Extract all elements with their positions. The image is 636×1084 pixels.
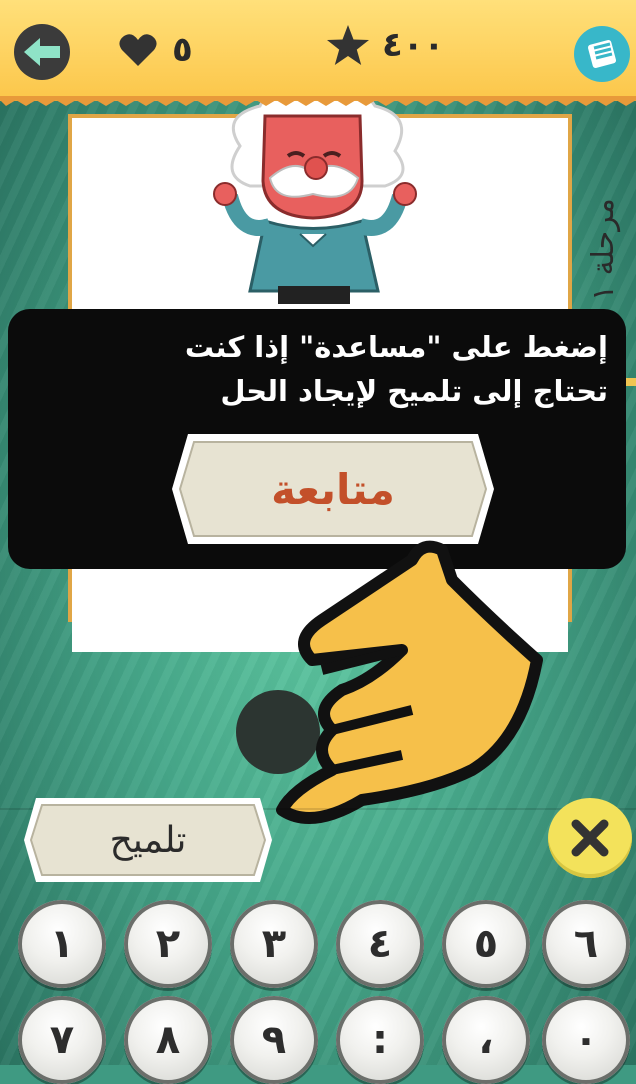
key-7[interactable]: ٧ bbox=[18, 996, 106, 1084]
heart-icon bbox=[119, 34, 157, 66]
arrow-left-icon bbox=[24, 38, 60, 66]
back-button[interactable] bbox=[14, 24, 70, 80]
tooltip-message: إضغط على "مساعدة" إذا كنت تحتاج إلى تلمي… bbox=[48, 325, 608, 413]
key-3[interactable]: ٣ bbox=[230, 900, 318, 988]
list-icon bbox=[587, 39, 617, 69]
hint-button-label: تلميح bbox=[109, 819, 187, 861]
einstein-character-image bbox=[213, 86, 417, 304]
key-2[interactable]: ٢ bbox=[124, 900, 212, 988]
score-value: ٤٠٠ bbox=[382, 25, 445, 65]
hint-button[interactable]: تلميح bbox=[22, 796, 274, 884]
pointing-hand-icon bbox=[276, 540, 543, 824]
key-1[interactable]: ١ bbox=[18, 900, 106, 988]
star-icon bbox=[327, 25, 369, 65]
lives-counter: ٥ bbox=[118, 30, 193, 70]
key-comma[interactable]: ، bbox=[442, 996, 530, 1084]
key-8[interactable]: ٨ bbox=[124, 996, 212, 1084]
delete-button[interactable] bbox=[548, 798, 632, 878]
close-icon bbox=[571, 819, 609, 857]
tooltip-line-2: تحتاج إلى تلميح لإيجاد الحل bbox=[220, 374, 608, 408]
topbar-zigzag-edge bbox=[0, 96, 636, 106]
tooltip-line-1: إضغط على "مساعدة" إذا كنت bbox=[184, 330, 608, 364]
lives-value: ٥ bbox=[172, 30, 193, 70]
top-bar: ٥ ٤٠٠ bbox=[0, 0, 636, 101]
key-9[interactable]: ٩ bbox=[230, 996, 318, 1084]
menu-button[interactable] bbox=[574, 26, 630, 82]
key-5[interactable]: ٥ bbox=[442, 900, 530, 988]
continue-button-label: متابعة bbox=[271, 464, 395, 514]
key-0[interactable]: ٠ bbox=[542, 996, 630, 1084]
key-6[interactable]: ٦ bbox=[542, 900, 630, 988]
continue-button[interactable]: متابعة bbox=[170, 432, 496, 546]
level-label: مرحلة ١ bbox=[586, 198, 621, 302]
key-4[interactable]: ٤ bbox=[336, 900, 424, 988]
key-colon[interactable]: : bbox=[336, 996, 424, 1084]
score-counter: ٤٠٠ bbox=[326, 24, 444, 66]
